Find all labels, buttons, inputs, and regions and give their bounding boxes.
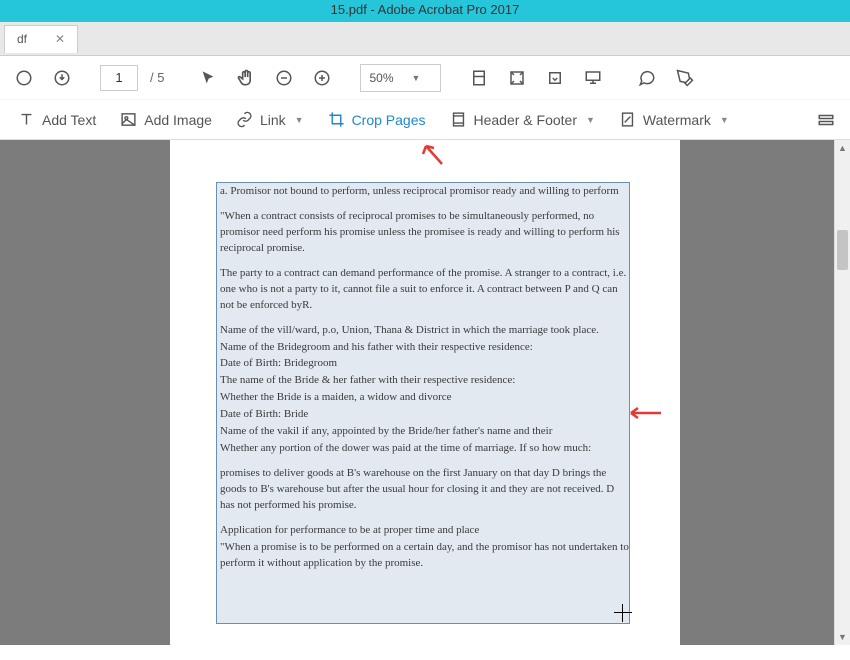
pointer-tool-icon[interactable] xyxy=(192,62,224,94)
close-icon[interactable]: ✕ xyxy=(55,32,65,46)
annotation-arrow-1 xyxy=(420,142,446,168)
header-footer-button[interactable]: Header & Footer ▼ xyxy=(440,105,605,135)
save-icon[interactable] xyxy=(8,62,40,94)
zoom-value: 50% xyxy=(369,71,393,85)
document-tab[interactable]: df ✕ xyxy=(4,25,78,53)
link-button[interactable]: Link ▼ xyxy=(226,105,314,135)
chevron-down-icon: ▼ xyxy=(586,115,595,125)
zoom-out-icon[interactable] xyxy=(268,62,300,94)
vertical-scrollbar[interactable]: ▲ ▼ xyxy=(834,140,850,645)
main-toolbar: / 5 50% ▼ xyxy=(0,56,850,100)
download-icon[interactable] xyxy=(46,62,78,94)
fit-width-icon[interactable] xyxy=(463,62,495,94)
zoom-in-icon[interactable] xyxy=(306,62,338,94)
rotate-icon[interactable] xyxy=(539,62,571,94)
tab-label: df xyxy=(17,32,27,46)
add-text-button[interactable]: Add Text xyxy=(8,105,106,135)
highlight-icon[interactable] xyxy=(669,62,701,94)
crop-pages-label: Crop Pages xyxy=(352,112,426,128)
header-footer-label: Header & Footer xyxy=(474,112,578,128)
chevron-down-icon: ▼ xyxy=(412,73,421,83)
add-image-label: Add Image xyxy=(144,112,212,128)
scrollbar-thumb[interactable] xyxy=(837,230,848,270)
document-viewport[interactable]: a. Promisor not bound to perform, unless… xyxy=(0,140,850,645)
hand-tool-icon[interactable] xyxy=(230,62,262,94)
add-image-button[interactable]: Add Image xyxy=(110,105,222,135)
crop-cursor-icon xyxy=(614,604,632,622)
add-text-label: Add Text xyxy=(42,112,96,128)
chevron-down-icon: ▼ xyxy=(720,115,729,125)
page-number-input[interactable] xyxy=(100,65,138,91)
watermark-label: Watermark xyxy=(643,112,711,128)
annotation-arrow-2 xyxy=(627,406,663,420)
watermark-button[interactable]: Watermark ▼ xyxy=(609,105,739,135)
link-label: Link xyxy=(260,112,286,128)
scroll-up-icon[interactable]: ▲ xyxy=(835,140,850,156)
crop-pages-button[interactable]: Crop Pages xyxy=(318,105,436,135)
document-tabbar: df ✕ xyxy=(0,22,850,56)
window-titlebar: 15.pdf - Adobe Acrobat Pro 2017 xyxy=(0,0,850,22)
comment-icon[interactable] xyxy=(631,62,663,94)
more-icon[interactable] xyxy=(810,104,842,136)
chevron-down-icon: ▼ xyxy=(295,115,304,125)
zoom-select[interactable]: 50% ▼ xyxy=(360,64,441,92)
scroll-down-icon[interactable]: ▼ xyxy=(835,629,850,645)
edit-toolbar: Add Text Add Image Link ▼ Crop Pages Hea… xyxy=(0,100,850,140)
window-title: 15.pdf - Adobe Acrobat Pro 2017 xyxy=(331,2,520,17)
page-text: a. Promisor not bound to perform, unless… xyxy=(194,176,656,572)
presentation-icon[interactable] xyxy=(577,62,609,94)
pdf-page: a. Promisor not bound to perform, unless… xyxy=(170,140,680,660)
fit-page-icon[interactable] xyxy=(501,62,533,94)
page-total-label: / 5 xyxy=(144,70,170,85)
